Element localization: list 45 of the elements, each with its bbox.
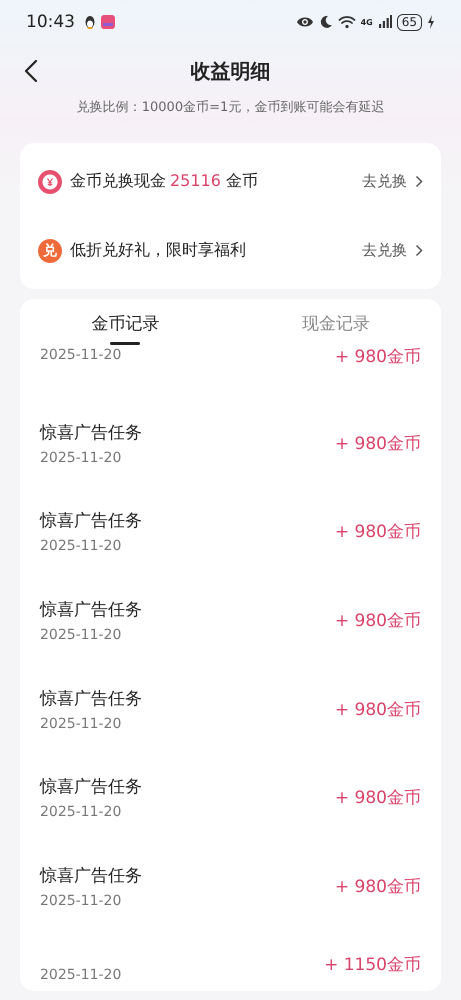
moon-icon <box>318 15 333 29</box>
record-date: 2025-11-20 <box>40 716 122 732</box>
signal-icon <box>378 15 392 29</box>
record-title: 惊喜广告任务 <box>40 688 143 710</box>
exchange-note: 兑换比例：10000金币=1元，金币到账可能会有延迟 <box>76 99 386 117</box>
app-icon <box>101 15 115 29</box>
record-date: 2025-11-20 <box>40 966 122 983</box>
charging-icon <box>427 15 435 29</box>
record-amount: + 1150金币 <box>324 954 421 976</box>
chevron-right-icon <box>415 175 423 188</box>
back-icon[interactable] <box>24 59 38 83</box>
record-amount: + 980金币 <box>334 787 421 810</box>
record-amount: + 980金币 <box>334 698 421 721</box>
record-amount: + 980金币 <box>334 432 421 455</box>
record-date: 2025-11-20 <box>40 892 122 909</box>
eye-icon <box>296 15 314 29</box>
wifi-icon <box>338 15 356 29</box>
record-amount: + 980金币 <box>334 876 421 898</box>
status-time: 10:43 <box>26 12 75 32</box>
tab[interactable]: 金币记录 <box>20 299 230 347</box>
exchange-text: 金币兑换现金 25116 金币 <box>70 171 258 192</box>
exchange-link[interactable]: 去兑换 <box>362 172 423 191</box>
penguin-icon <box>84 15 96 29</box>
record-date: 2025-11-20 <box>40 538 122 554</box>
coin-icon <box>38 170 62 194</box>
record-amount: + 980金币 <box>334 521 421 544</box>
record-amount: + 980金币 <box>334 610 421 632</box>
record-title: 惊喜广告任务 <box>40 510 143 532</box>
record-title: 惊喜广告任务 <box>40 422 143 444</box>
record-date: 2025-11-20 <box>40 347 122 363</box>
network-label: 4G <box>360 18 373 26</box>
record-date: 2025-11-20 <box>40 804 122 820</box>
record-date: 2025-11-20 <box>40 626 122 643</box>
record-date: 2025-11-20 <box>40 450 122 466</box>
record-amount: + 980金币 <box>334 346 421 368</box>
record-title: 惊喜广告任务 <box>40 776 143 798</box>
exchange-link[interactable]: 去兑换 <box>362 241 423 260</box>
record-title: 惊喜广告任务 <box>40 864 143 887</box>
record-title: 惊喜广告任务 <box>40 598 143 621</box>
battery-level: 65 <box>396 14 422 30</box>
page-title: 收益明细 <box>190 58 270 84</box>
exchange-badge-icon: 兑 <box>38 238 62 262</box>
exchange-text: 低折兑好礼，限时享福利 <box>70 240 246 261</box>
chevron-right-icon <box>415 244 423 257</box>
tab[interactable]: 现金记录 <box>230 299 441 347</box>
